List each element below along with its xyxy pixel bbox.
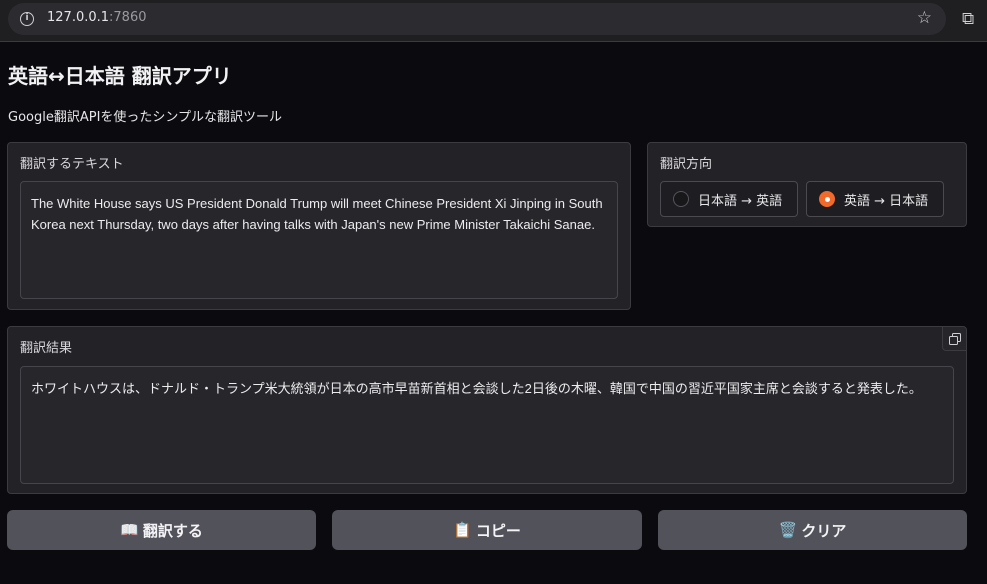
clipboard-icon: 📋 bbox=[453, 521, 472, 539]
clear-button[interactable]: 🗑️ クリア bbox=[658, 510, 967, 550]
translation-output[interactable]: ホワイトハウスは、ドナルド・トランプ米大統領が日本の高市早苗新首相と会談した2日… bbox=[20, 366, 954, 484]
direction-label: 翻訳方向 bbox=[660, 157, 713, 172]
copy-icon[interactable] bbox=[942, 327, 966, 351]
book-icon: 📖 bbox=[120, 521, 139, 539]
address-bar[interactable]: i 127.0.0.1:7860 ☆ bbox=[8, 3, 946, 35]
radio-ja-to-en[interactable]: 日本語 → 英語 bbox=[660, 181, 798, 217]
star-icon[interactable]: ☆ bbox=[917, 8, 932, 28]
page-title: 英語↔日本語 翻訳アプリ bbox=[8, 64, 232, 88]
trash-icon: 🗑️ bbox=[778, 521, 798, 539]
url-text[interactable]: 127.0.0.1:7860 bbox=[47, 10, 147, 25]
copy-button-label: コピー bbox=[475, 521, 521, 540]
page-description: Google翻訳APIを使ったシンプルな翻訳ツール bbox=[8, 110, 283, 125]
input-panel: 翻訳するテキスト The White House says US Preside… bbox=[7, 142, 631, 310]
output-label: 翻訳結果 bbox=[20, 341, 73, 356]
radio-en-to-ja[interactable]: 英語 → 日本語 bbox=[806, 181, 944, 217]
radio-checked-icon bbox=[819, 191, 835, 207]
translate-button[interactable]: 📖 翻訳する bbox=[7, 510, 316, 550]
output-panel: 翻訳結果 ホワイトハウスは、ドナルド・トランプ米大統領が日本の高市早苗新首相と会… bbox=[7, 326, 967, 494]
clear-button-label: クリア bbox=[801, 521, 847, 540]
radio-en-to-ja-label: 英語 → 日本語 bbox=[844, 193, 929, 209]
direction-panel: 翻訳方向 日本語 → 英語 英語 → 日本語 bbox=[647, 142, 967, 227]
source-text-input[interactable]: The White House says US President Donald… bbox=[20, 181, 618, 299]
radio-unchecked-icon bbox=[673, 191, 689, 207]
input-label: 翻訳するテキスト bbox=[20, 157, 124, 172]
translate-button-label: 翻訳する bbox=[142, 521, 203, 540]
info-icon[interactable]: i bbox=[20, 12, 34, 26]
copy-button[interactable]: 📋 コピー bbox=[332, 510, 642, 550]
browser-toolbar: i 127.0.0.1:7860 ☆ ⧉ bbox=[0, 0, 987, 42]
extensions-icon[interactable]: ⧉ bbox=[962, 9, 974, 29]
radio-ja-to-en-label: 日本語 → 英語 bbox=[698, 193, 783, 209]
